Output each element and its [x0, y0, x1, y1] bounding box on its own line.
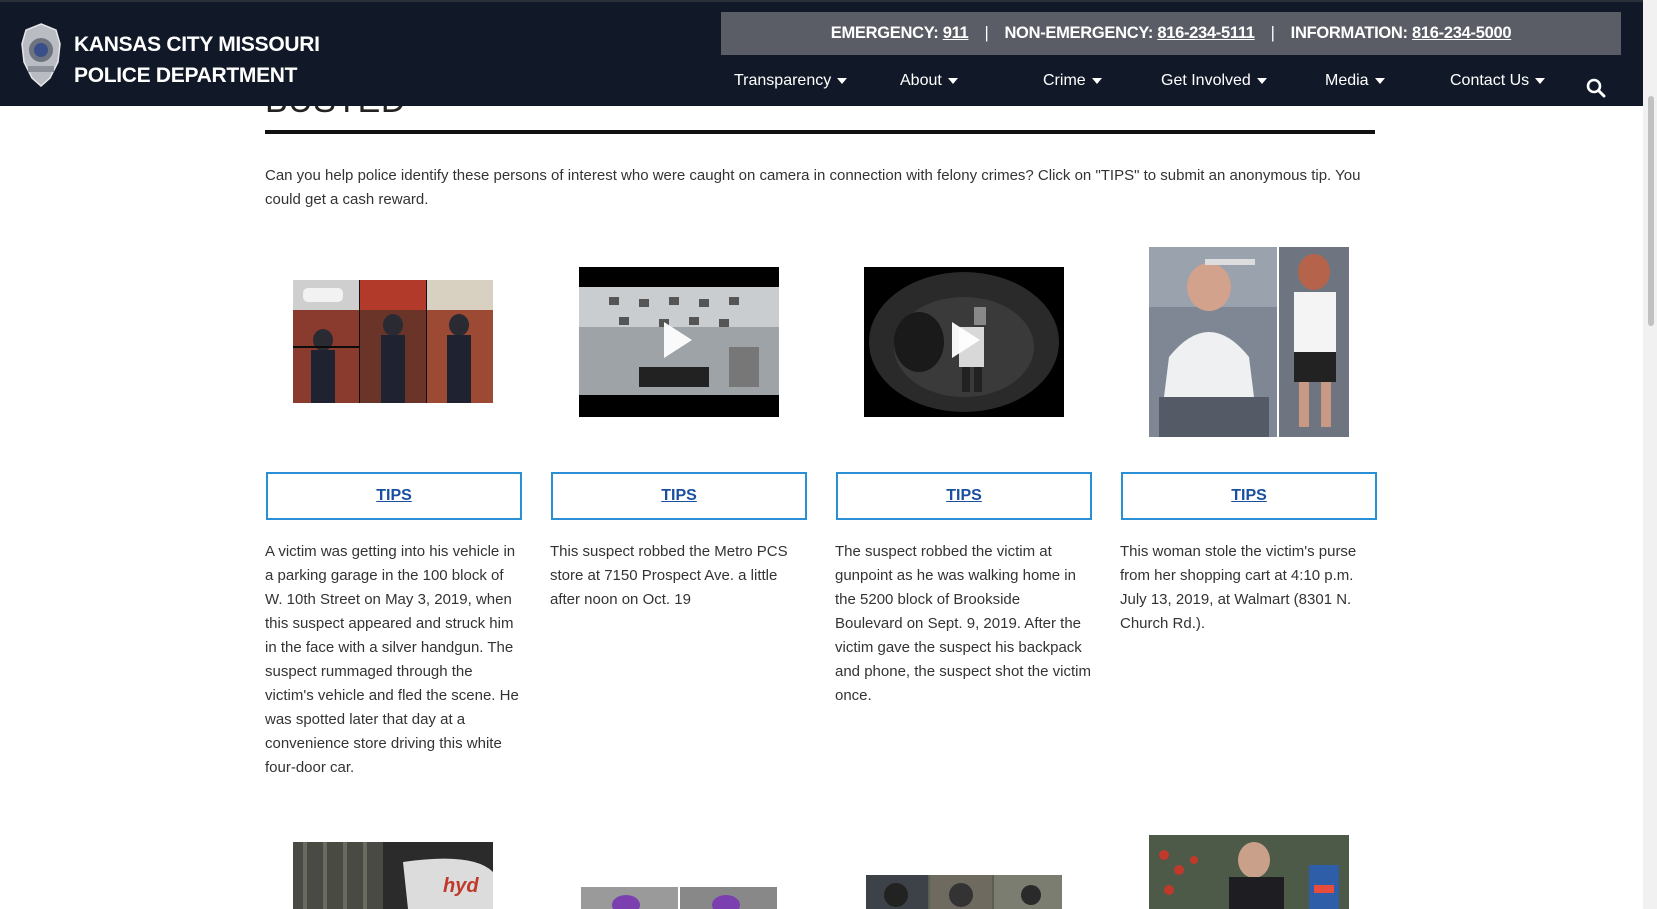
nav-label: Contact Us: [1450, 72, 1530, 89]
suspect-photo-1[interactable]: [293, 280, 493, 403]
nav-media[interactable]: Media: [1325, 72, 1385, 90]
nav-get-involved[interactable]: Get Involved: [1161, 72, 1267, 90]
suspect-photo-8[interactable]: [1149, 835, 1349, 909]
case-description: The suspect robbed the victim at gunpoin…: [835, 543, 1091, 704]
case-description: This woman stole the victim's purse from…: [1120, 543, 1357, 632]
tips-button[interactable]: TIPS: [836, 472, 1092, 520]
site-header: KANSAS CITY MISSOURI POLICE DEPARTMENT E…: [0, 0, 1657, 106]
nav-label: Crime: [1043, 72, 1086, 89]
nonemergency-label: NON-EMERGENCY:: [1004, 24, 1154, 42]
contact-bar: EMERGENCY: 911 | NON-EMERGENCY: 816-234-…: [721, 12, 1621, 55]
tips-button[interactable]: TIPS: [266, 472, 522, 520]
suspect-photo-6[interactable]: [581, 887, 777, 909]
case-description: This suspect robbed the Metro PCS store …: [550, 543, 788, 608]
main-nav: Transparency About Crime Get Involved Me…: [0, 72, 1657, 104]
caret-down-icon: [1091, 78, 1102, 84]
caret-down-icon: [1374, 78, 1385, 84]
nonemergency-number-link[interactable]: 816-234-5111: [1157, 24, 1255, 42]
caret-down-icon: [947, 78, 958, 84]
suspect-photo-4[interactable]: [1149, 247, 1349, 437]
nav-label: Media: [1325, 72, 1369, 89]
emergency-contact: EMERGENCY: 911: [831, 24, 969, 43]
information-label: INFORMATION:: [1290, 24, 1408, 42]
page-scrollbar[interactable]: [1643, 0, 1657, 909]
suspect-video-2[interactable]: [579, 267, 779, 417]
suspect-photo-7[interactable]: [866, 875, 1062, 909]
caret-down-icon: [1256, 78, 1267, 84]
case-description: A victim was getting into his vehicle in…: [265, 543, 519, 776]
nav-transparency[interactable]: Transparency: [734, 72, 848, 90]
nav-label: Transparency: [734, 72, 832, 89]
sign-text: hyd: [443, 875, 479, 897]
information-number-link[interactable]: 816-234-5000: [1412, 24, 1511, 42]
nonemergency-contact: NON-EMERGENCY: 816-234-5111: [1004, 24, 1255, 43]
emergency-number-link[interactable]: 911: [943, 24, 969, 42]
tips-button[interactable]: TIPS: [1121, 472, 1377, 520]
caret-down-icon: [1535, 78, 1546, 84]
logo-line-1: KANSAS CITY MISSOURI: [74, 33, 320, 56]
nav-about[interactable]: About: [900, 72, 958, 90]
tips-button[interactable]: TIPS: [551, 472, 807, 520]
intro-text: Can you help police identify these perso…: [265, 167, 1361, 208]
emergency-label: EMERGENCY:: [830, 24, 939, 42]
nav-label: Get Involved: [1161, 72, 1251, 89]
title-divider: [265, 130, 1375, 134]
information-contact: INFORMATION: 816-234-5000: [1291, 24, 1512, 43]
separator: |: [1270, 24, 1275, 42]
scrollbar-thumb[interactable]: [1648, 96, 1654, 326]
nav-crime[interactable]: Crime: [1043, 72, 1102, 90]
search-icon[interactable]: [1586, 78, 1606, 98]
nav-label: About: [900, 72, 942, 89]
separator: |: [984, 24, 989, 42]
caret-down-icon: [837, 78, 848, 84]
suspect-photo-5[interactable]: hyd: [293, 842, 493, 909]
suspect-video-3[interactable]: [864, 267, 1064, 417]
nav-contact-us[interactable]: Contact Us: [1450, 72, 1546, 90]
